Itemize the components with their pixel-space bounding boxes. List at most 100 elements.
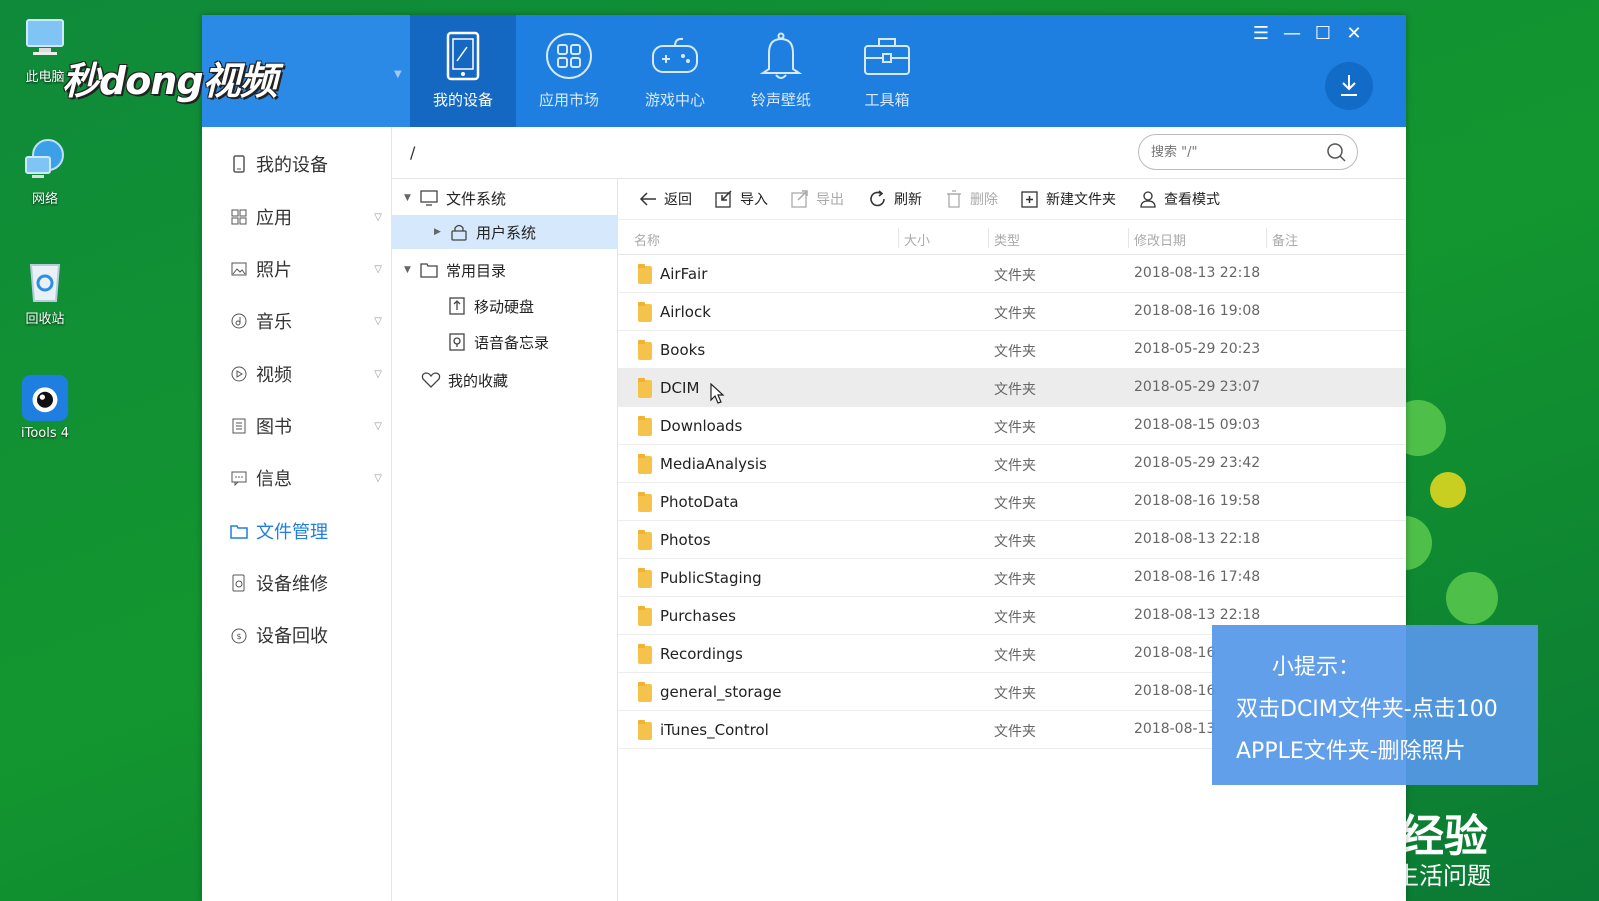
sidebar-item-file-management[interactable]: 文件管理 [230,516,390,546]
phone-icon [230,155,248,173]
file-name: iTunes_Control [660,721,769,739]
refresh-icon [868,189,888,209]
folder-icon [638,682,652,702]
sidebar-item-books[interactable]: 图书 ▽ [230,411,390,441]
tree-node-voice-memo[interactable]: 语音备忘录 [446,325,549,359]
column-divider [1266,228,1267,248]
file-modified: 2018-08-13 [1134,721,1216,737]
video-icon [230,365,248,383]
search-input[interactable] [1151,142,1321,162]
microphone-icon [446,332,468,352]
svg-text:$: $ [236,632,241,641]
mouse-cursor-icon [710,382,726,409]
table-row[interactable]: PublicStaging 文件夹 2018-08-16 17:48 [618,559,1406,597]
file-name: Airlock [660,303,711,321]
folder-tree: ▼ 文件系统 ▶ 用户系统 ▼ 常用目录 移动硬盘 语音备忘录 我的收藏 [392,179,618,901]
folder-icon [638,720,652,740]
menu-icon[interactable]: ☰ [1249,23,1273,44]
sidebar-item-my-device[interactable]: 我的设备 [230,149,390,179]
desktop-icon-recycle-bin[interactable]: 回收站 [14,256,76,327]
file-table-header: 名称 大小 类型 修改日期 备注 [618,219,1406,255]
tab-label: 工具箱 [864,91,910,109]
chevron-down-icon[interactable]: ▽ [374,369,382,380]
delete-button[interactable]: 删除 [944,187,998,211]
sidebar-item-label: 我的设备 [256,155,328,176]
sidebar-item-device-recycle[interactable]: $ 设备回收 [230,620,390,650]
table-row[interactable]: Downloads 文件夹 2018-08-15 09:03 [618,407,1406,445]
tree-node-filesystem[interactable]: ▼ 文件系统 [404,181,506,215]
download-button[interactable] [1325,62,1373,110]
search-icon[interactable] [1327,143,1347,167]
minimize-icon[interactable]: — [1280,23,1304,44]
file-modified: 2018-08-16 [1134,645,1216,661]
current-path: / [410,143,416,162]
folder-icon [638,454,652,474]
sidebar-item-photos[interactable]: 照片 ▽ [230,254,390,284]
column-header-note[interactable]: 备注 [1272,230,1298,249]
tab-toolbox[interactable]: 工具箱 [834,15,940,127]
table-row[interactable]: AirFair 文件夹 2018-08-13 22:18 [618,255,1406,293]
file-type: 文件夹 [994,724,1036,740]
column-header-name[interactable]: 名称 [634,230,660,249]
phone-icon [438,31,488,81]
chevron-down-icon[interactable]: ▽ [374,473,382,484]
column-header-size[interactable]: 大小 [904,230,930,249]
chevron-down-icon[interactable]: ▽ [374,421,382,432]
file-name: PhotoData [660,493,739,511]
new-folder-button[interactable]: 新建文件夹 [1020,187,1116,211]
monitor-icon [418,188,440,208]
expand-triangle-icon[interactable]: ▼ [404,193,418,203]
left-sidebar: 我的设备 应用 ▽ 照片 ▽ 音乐 ▽ 视频 ▽ 图书 ▽ 信息 ▽ 文件管理 … [202,127,392,901]
sidebar-item-messages[interactable]: 信息 ▽ [230,463,390,493]
coin-icon: $ [230,626,248,644]
tab-label: 铃声壁纸 [750,91,811,109]
column-header-modified[interactable]: 修改日期 [1134,230,1186,249]
search-box[interactable] [1138,134,1358,170]
image-icon [230,260,248,278]
sidebar-item-label: 信息 [256,469,292,490]
chevron-down-icon[interactable]: ▽ [374,316,382,327]
table-row[interactable]: Books 文件夹 2018-05-29 20:23 [618,331,1406,369]
recycle-bin-icon [21,256,69,304]
table-row[interactable]: PhotoData 文件夹 2018-08-16 19:58 [618,483,1406,521]
maximize-icon[interactable]: ☐ [1311,23,1335,44]
tab-ringtone-wallpaper[interactable]: 铃声壁纸 [728,15,834,127]
view-mode-button[interactable]: 查看模式 [1138,187,1220,211]
sidebar-item-label: 图书 [256,417,292,438]
expand-triangle-icon[interactable]: ▼ [404,265,418,275]
close-icon[interactable]: ✕ [1342,23,1366,44]
export-button[interactable]: 导出 [790,187,844,211]
tip-line-1: 双击DCIM文件夹-点击100 [1236,697,1498,722]
file-modified: 2018-08-16 19:08 [1134,303,1261,319]
table-row[interactable]: Photos 文件夹 2018-08-13 22:18 [618,521,1406,559]
jingyan-logo: 经验 [1400,811,1488,862]
tree-node-common-dirs[interactable]: ▼ 常用目录 [404,253,506,287]
tab-my-device[interactable]: 我的设备 [410,15,516,127]
table-row[interactable]: DCIM 文件夹 2018-05-29 23:07 [618,369,1406,407]
column-header-type[interactable]: 类型 [994,230,1020,249]
import-button[interactable]: 导入 [714,187,768,211]
folder-icon [638,492,652,512]
desktop-icon-itools[interactable]: iTools 4 [14,374,76,441]
sidebar-item-device-repair[interactable]: 设备维修 [230,568,390,598]
sidebar-item-video[interactable]: 视频 ▽ [230,359,390,389]
tab-game-center[interactable]: 游戏中心 [622,15,728,127]
tree-node-favorites[interactable]: 我的收藏 [420,363,508,397]
tab-app-market[interactable]: 应用市场 [516,15,622,127]
tree-node-user-system[interactable]: ▶ 用户系统 [392,215,617,249]
expand-triangle-icon[interactable]: ▶ [434,227,448,237]
refresh-button[interactable]: 刷新 [868,187,922,211]
chevron-down-icon[interactable]: ▽ [374,212,382,223]
download-icon [1341,75,1357,96]
sidebar-item-label: 文件管理 [256,522,328,543]
back-button[interactable]: 返回 [638,187,692,211]
desktop-icon-network[interactable]: 网络 [14,136,76,207]
caret-down-icon[interactable]: ▼ [394,69,402,80]
tree-node-mobile-disk[interactable]: 移动硬盘 [446,289,534,323]
sidebar-item-apps[interactable]: 应用 ▽ [230,202,390,232]
table-row[interactable]: Airlock 文件夹 2018-08-16 19:08 [618,293,1406,331]
chevron-down-icon[interactable]: ▽ [374,264,382,275]
table-row[interactable]: MediaAnalysis 文件夹 2018-05-29 23:42 [618,445,1406,483]
network-icon [21,136,69,184]
sidebar-item-music[interactable]: 音乐 ▽ [230,306,390,336]
